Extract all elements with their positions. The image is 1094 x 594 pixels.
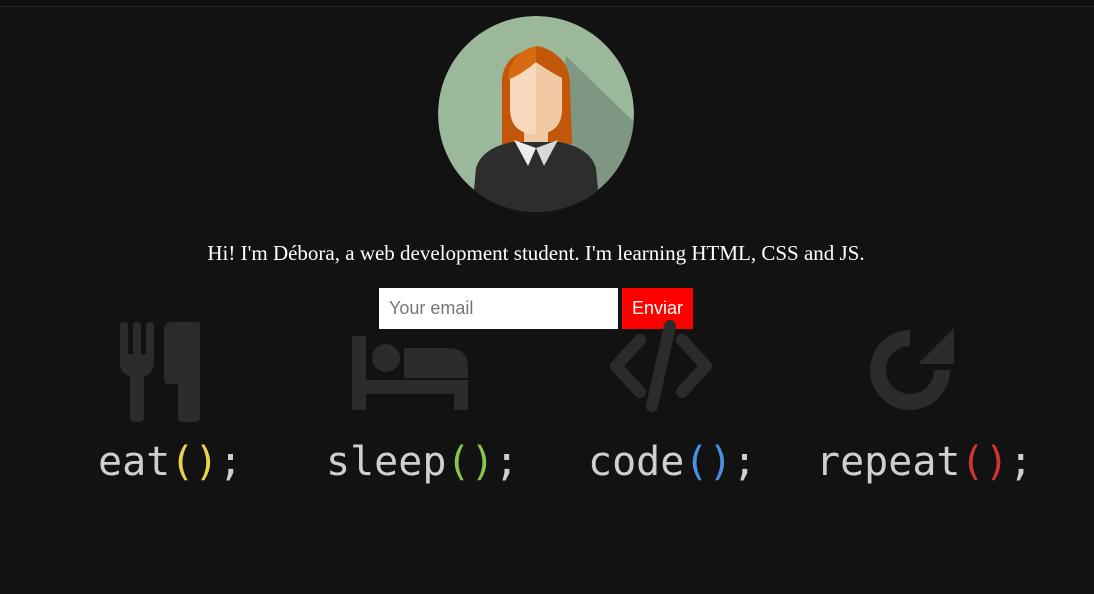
semicolon: ; xyxy=(732,439,757,485)
paren-open: ( xyxy=(960,439,985,485)
avatar xyxy=(438,16,634,212)
paren-close: ) xyxy=(984,439,1009,485)
motto-word: repeat xyxy=(816,439,961,485)
semicolon: ; xyxy=(1008,439,1033,485)
semicolon: ; xyxy=(218,439,243,485)
motto-word: eat xyxy=(98,439,171,485)
motto-section: eat(); sleep(); code(); repeat(); xyxy=(0,318,1094,498)
code-icon xyxy=(610,320,712,412)
paren-close: ) xyxy=(470,439,495,485)
paren-open: ( xyxy=(446,439,471,485)
top-border xyxy=(0,0,1094,7)
motto-word: code xyxy=(588,439,685,485)
motto-label: code(); xyxy=(588,438,757,486)
motto-word: sleep xyxy=(326,439,447,485)
motto-label: repeat(); xyxy=(816,438,1033,486)
intro-text: Hi! I'm Débora, a web development studen… xyxy=(207,241,865,265)
paren-close: ) xyxy=(708,439,733,485)
motto-label: sleep(); xyxy=(326,438,519,486)
motto-label: eat(); xyxy=(98,438,243,486)
repeat-icon xyxy=(870,328,954,410)
paren-open: ( xyxy=(684,439,709,485)
paren-close: ) xyxy=(194,439,219,485)
bed-icon xyxy=(352,336,468,410)
semicolon: ; xyxy=(494,439,519,485)
paren-open: ( xyxy=(170,439,195,485)
utensils-icon xyxy=(120,322,200,422)
